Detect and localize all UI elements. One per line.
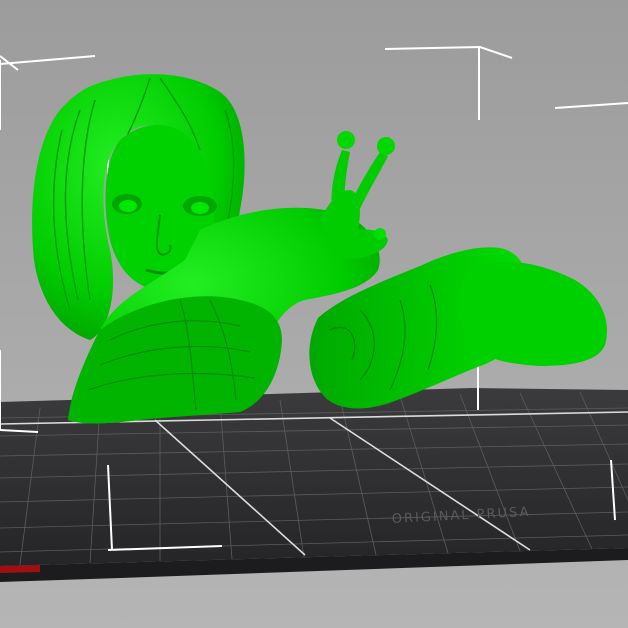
3d-viewport[interactable]: ORIGINAL PRUSA (0, 0, 628, 628)
